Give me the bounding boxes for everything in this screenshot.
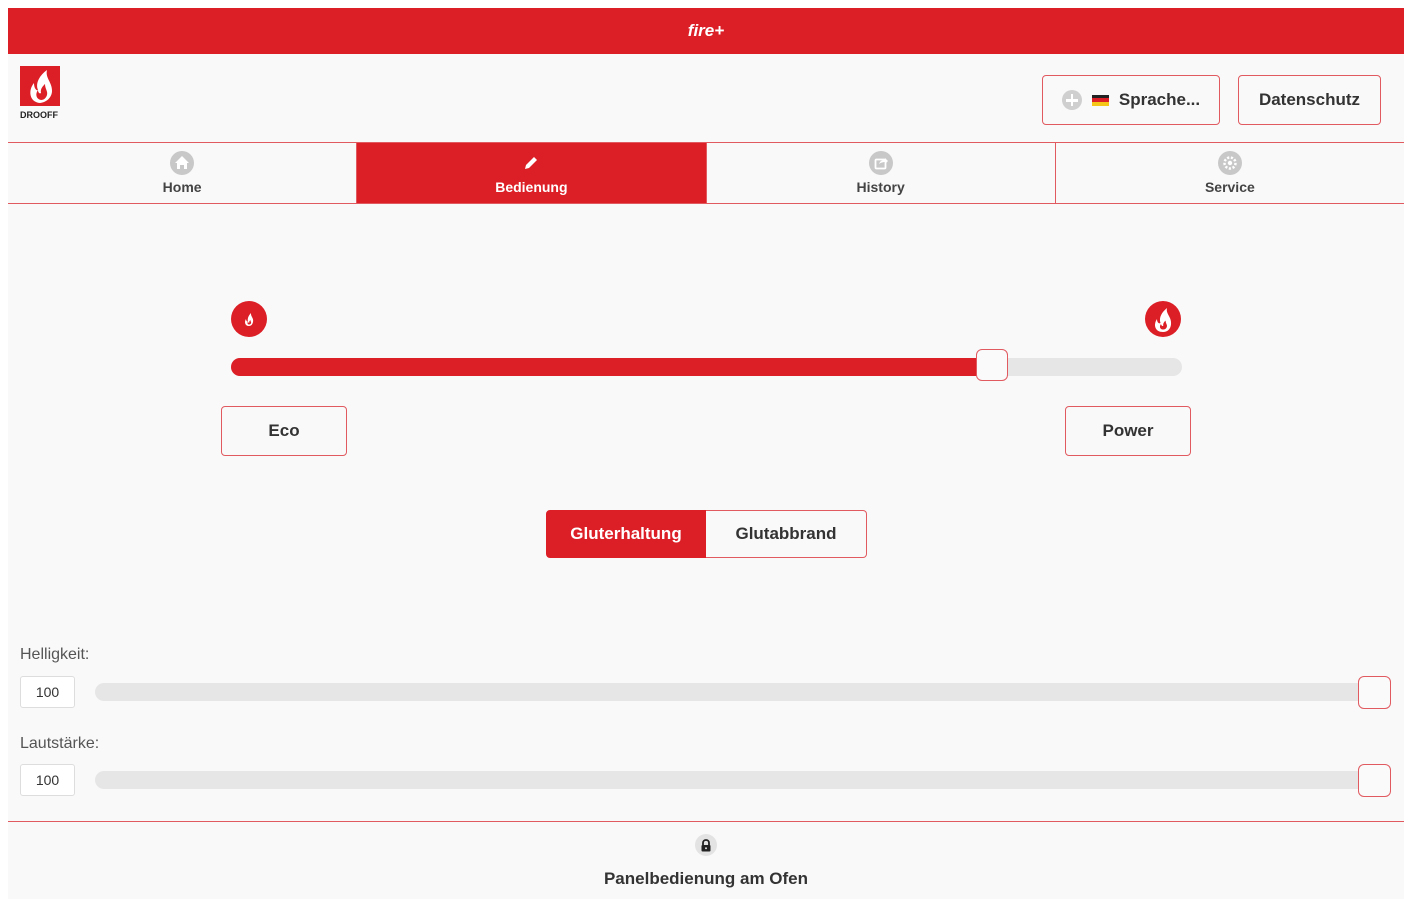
tab-label-service: Service	[1204, 179, 1255, 195]
power-button[interactable]: Power	[1065, 406, 1191, 456]
footer: Panelbedienung am Ofen	[8, 821, 1404, 899]
logo-text: DROOFF	[20, 110, 58, 120]
tab-label-home: Home	[162, 179, 202, 195]
volume-slider-handle[interactable]	[1358, 764, 1391, 797]
tab-history[interactable]: History	[707, 143, 1056, 203]
volume-slider-track[interactable]	[95, 771, 1371, 789]
app-title: fire+	[687, 21, 725, 40]
power-level-slider-track[interactable]	[231, 358, 1182, 376]
header: DROOFF Sprache... Datenschutz	[8, 54, 1404, 142]
drooff-logo: DROOFF	[20, 66, 60, 120]
tab-bedienung[interactable]: Bedienung	[357, 143, 707, 203]
mode-glutabbrand-label: Glutabbrand	[735, 524, 837, 543]
brightness-slider-handle[interactable]	[1358, 676, 1391, 709]
language-button-label: Sprache...	[1118, 90, 1201, 109]
privacy-button[interactable]: Datenschutz	[1238, 75, 1381, 125]
tab-label-bedienung: Bedienung	[495, 179, 568, 195]
privacy-button-label: Datenschutz	[1258, 90, 1361, 109]
gear-icon	[1217, 151, 1242, 175]
pencil-icon	[519, 151, 543, 175]
mode-gluterhaltung-label: Gluterhaltung	[570, 524, 682, 543]
main-tabs: Home Bedienung History Service	[8, 142, 1404, 204]
add-circle-icon	[1061, 90, 1082, 110]
volume-label: Lautstärke:	[20, 735, 100, 752]
power-level-slider-handle[interactable]	[975, 349, 1008, 381]
small-flame-icon	[231, 301, 267, 337]
home-icon	[170, 151, 195, 175]
mode-glutabbrand-button[interactable]: Glutabbrand	[706, 510, 867, 558]
eco-button-label: Eco	[268, 421, 300, 440]
app-window: fire+ DROOFF Sprache... Datenschutz Home	[8, 8, 1404, 899]
mode-gluterhaltung-button[interactable]: Gluterhaltung	[546, 510, 706, 558]
brightness-label: Helligkeit:	[20, 646, 90, 663]
tab-service[interactable]: Service	[1056, 143, 1404, 203]
large-flame-icon	[1145, 301, 1181, 337]
power-level-slider-fill	[231, 358, 992, 376]
brightness-value-input[interactable]: 100	[20, 676, 75, 708]
language-button[interactable]: Sprache...	[1042, 75, 1220, 125]
share-icon	[868, 151, 893, 175]
brightness-slider-track[interactable]	[95, 683, 1371, 701]
tab-label-history: History	[856, 179, 905, 195]
eco-button[interactable]: Eco	[221, 406, 347, 456]
lock-icon	[695, 834, 717, 856]
tab-home[interactable]: Home	[8, 143, 358, 203]
footer-status-text: Panelbedienung am Ofen	[603, 869, 809, 888]
volume-value-input[interactable]: 100	[20, 764, 75, 796]
power-button-label: Power	[1102, 421, 1154, 440]
de-flag-icon	[1091, 94, 1109, 106]
app-title-bar: fire+	[8, 8, 1404, 54]
